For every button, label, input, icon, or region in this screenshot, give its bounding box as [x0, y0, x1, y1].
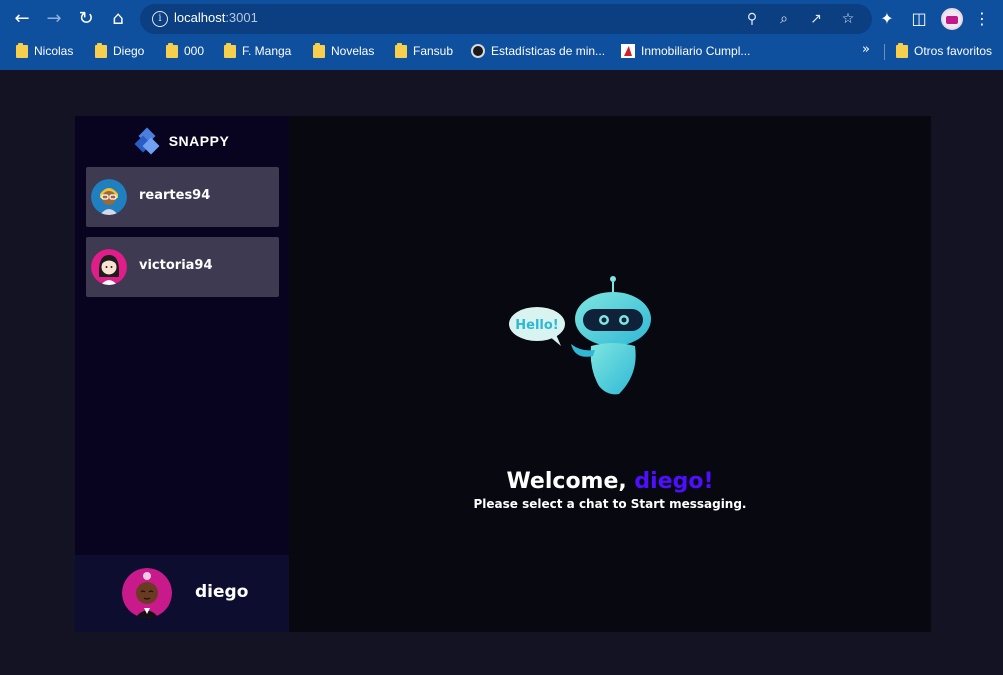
folder-icon: [166, 42, 178, 58]
more-bookmarks-icon[interactable]: »: [862, 42, 870, 57]
folder-icon: [395, 42, 407, 58]
bubble-text: Hello!: [515, 318, 558, 333]
bookmark-item[interactable]: Diego: [95, 42, 144, 60]
brand: SNAPPY: [75, 126, 289, 156]
folder-icon: [224, 42, 236, 58]
current-user: diego: [75, 555, 289, 632]
welcome-username: diego!: [634, 469, 714, 494]
bookmark-item[interactable]: 000: [166, 42, 204, 60]
bookmarks-bar: Nicolas Diego 000 F. Manga Novelas Fansu…: [0, 38, 1003, 64]
contact-username: reartes94: [139, 188, 211, 203]
bookmark-label: 000: [184, 44, 205, 58]
bookmark-item[interactable]: Nicolas: [16, 42, 73, 60]
forward-arrow-icon[interactable]: →: [43, 8, 65, 30]
other-bookmarks[interactable]: Otros favoritos: [896, 42, 992, 60]
chat-app: SNAPPY reartes94 victoria94 diego Hello!…: [75, 116, 931, 632]
bookmark-label: F. Manga: [242, 44, 292, 58]
site-icon: [621, 44, 635, 58]
browser-toolbar: ← → ↻ ⌂ i localhost:3001 ⚲ ⌕ ↗ ☆ ✦ ◫ ⋮: [0, 0, 1003, 38]
folder-icon: [16, 42, 28, 58]
other-bookmarks-label: Otros favoritos: [914, 44, 993, 58]
bookmark-label: Diego: [113, 44, 145, 58]
welcome-prefix: Welcome,: [506, 469, 635, 494]
folder-icon: [95, 42, 107, 58]
url-port: :3001: [225, 10, 258, 25]
bookmark-label: Novelas: [331, 44, 375, 58]
contacts-sidebar: SNAPPY reartes94 victoria94 diego: [75, 116, 289, 632]
extensions-icon[interactable]: ✦: [876, 8, 898, 30]
reload-icon[interactable]: ↻: [75, 8, 97, 30]
side-panel-icon[interactable]: ◫: [908, 8, 930, 30]
zoom-icon[interactable]: ⌕: [774, 9, 794, 29]
contact-item[interactable]: victoria94: [86, 237, 279, 297]
share-icon[interactable]: ↗: [806, 9, 826, 29]
snappy-logo-icon: [134, 127, 160, 155]
url-text[interactable]: localhost:3001: [174, 10, 258, 25]
browser-chrome: ← → ↻ ⌂ i localhost:3001 ⚲ ⌕ ↗ ☆ ✦ ◫ ⋮ N…: [0, 0, 1003, 70]
bookmark-item[interactable]: Inmobiliario Cumpl...: [621, 42, 750, 60]
welcome-pane: Hello! Welcome, diego! Please select a c…: [289, 116, 931, 632]
site-info-icon[interactable]: i: [152, 11, 168, 27]
bookmark-label: Nicolas: [34, 44, 74, 58]
current-username: diego: [195, 582, 249, 602]
bookmarks-divider: [884, 44, 885, 60]
site-icon: [471, 44, 485, 58]
key-icon[interactable]: ⚲: [742, 9, 762, 29]
bookmark-label: Inmobiliario Cumpl...: [641, 44, 751, 58]
address-bar[interactable]: i localhost:3001 ⚲ ⌕ ↗ ☆: [140, 4, 872, 34]
avatar: [91, 249, 127, 285]
folder-icon: [313, 42, 325, 58]
welcome-heading: Welcome, diego!: [289, 469, 931, 494]
bookmark-item[interactable]: F. Manga: [224, 42, 291, 60]
back-arrow-icon[interactable]: ←: [11, 8, 33, 30]
browser-menu-icon[interactable]: ⋮: [972, 8, 992, 30]
brand-name: SNAPPY: [168, 133, 230, 149]
avatar: [122, 568, 172, 618]
bookmark-item[interactable]: Novelas: [313, 42, 374, 60]
profile-avatar-icon[interactable]: [941, 8, 963, 30]
avatar: [91, 179, 127, 215]
bookmark-item[interactable]: Estadísticas de min...: [471, 42, 605, 60]
welcome-subtitle: Please select a chat to Start messaging.: [473, 497, 747, 511]
contact-item[interactable]: reartes94: [86, 167, 279, 227]
star-icon[interactable]: ☆: [838, 9, 858, 29]
folder-icon: [896, 42, 908, 58]
contact-username: victoria94: [139, 258, 213, 273]
bookmark-label: Fansub: [413, 44, 454, 58]
url-host: localhost: [174, 10, 226, 25]
bookmark-item[interactable]: Fansub: [395, 42, 453, 60]
bookmark-label: Estadísticas de min...: [491, 44, 606, 58]
robot-icon: Hello!: [509, 274, 659, 399]
home-icon[interactable]: ⌂: [107, 8, 129, 30]
